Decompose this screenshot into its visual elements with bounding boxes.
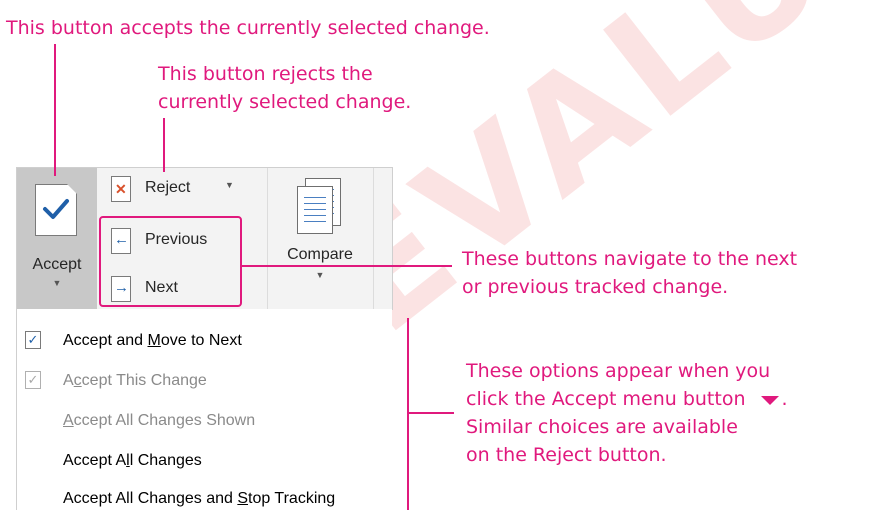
reject-icon: ✕ [111, 176, 131, 202]
reject-button[interactable]: ✕ Reject [107, 172, 257, 206]
callout-menu-line3: Similar choices are available [466, 416, 738, 438]
callout-menu-bracket [407, 318, 409, 510]
menu-item-accept-all-changes-and-stop-tracking[interactable]: Accept All Changes and Stop Tracking [17, 479, 392, 519]
menu-item-accept-all-changes-shown[interactable]: Accept All Changes Shown [17, 401, 392, 441]
callout-accept-line [54, 44, 56, 176]
menu-item-accept-this-change[interactable]: ✓ Accept This Change [17, 361, 392, 401]
callout-menu-line2-period: . [781, 388, 788, 410]
accept-change-icon: ✓ [25, 331, 41, 349]
menu-item-label: Accept This Change [63, 372, 207, 389]
menu-item-accept-and-move-to-next[interactable]: ✓ Accept and Move to Next [17, 321, 392, 361]
callout-menu-line1: These options appear when you [466, 360, 771, 382]
callout-accept: This button accepts the currently select… [6, 17, 490, 39]
callout-nav-line [240, 265, 452, 267]
accept-document-icon [35, 184, 77, 236]
accept-button[interactable]: Accept ▼ [17, 168, 97, 310]
callout-nav-line2: or previous tracked change. [462, 276, 729, 298]
menu-item-label: Accept All Changes and Stop Tracking [63, 490, 336, 507]
accept-dropdown-menu: ✓ Accept and Move to Next ✓ Accept This … [16, 309, 392, 510]
reject-label: Reject [145, 179, 191, 196]
callout-reject-line2: currently selected change. [158, 91, 412, 113]
callout-menu-line2-text: click the Accept menu button [466, 388, 746, 410]
compare-button[interactable]: Compare [275, 246, 365, 264]
checkmark-icon [43, 199, 69, 219]
callout-menu-line4: on the Reject button. [466, 444, 667, 466]
accept-label: Accept [32, 256, 82, 273]
dropdown-triangle-icon [760, 395, 779, 405]
accept-change-icon: ✓ [25, 371, 41, 389]
group-separator [267, 168, 268, 310]
menu-item-label: Accept and Move to Next [63, 332, 242, 349]
callout-menu-line [409, 412, 454, 414]
menu-item-label: Accept All Changes Shown [63, 412, 256, 429]
callout-menu-line2: click the Accept menu button . [466, 385, 788, 413]
group-separator [373, 168, 374, 310]
callout-reject-line [163, 118, 165, 172]
menu-item-label: Accept All Changes [63, 452, 202, 469]
callout-reject-line1: This button rejects the [158, 63, 373, 85]
accept-dropdown-arrow-icon[interactable]: ▼ [17, 278, 97, 288]
menu-item-accept-all-changes[interactable]: Accept All Changes [17, 441, 392, 481]
reject-dropdown-arrow-icon[interactable]: ▼ [225, 180, 234, 190]
compare-dropdown-arrow-icon[interactable]: ▼ [275, 270, 365, 280]
nav-buttons-highlight [99, 216, 242, 307]
compare-icon [297, 178, 341, 236]
callout-nav-line1: These buttons navigate to the next [462, 248, 798, 270]
